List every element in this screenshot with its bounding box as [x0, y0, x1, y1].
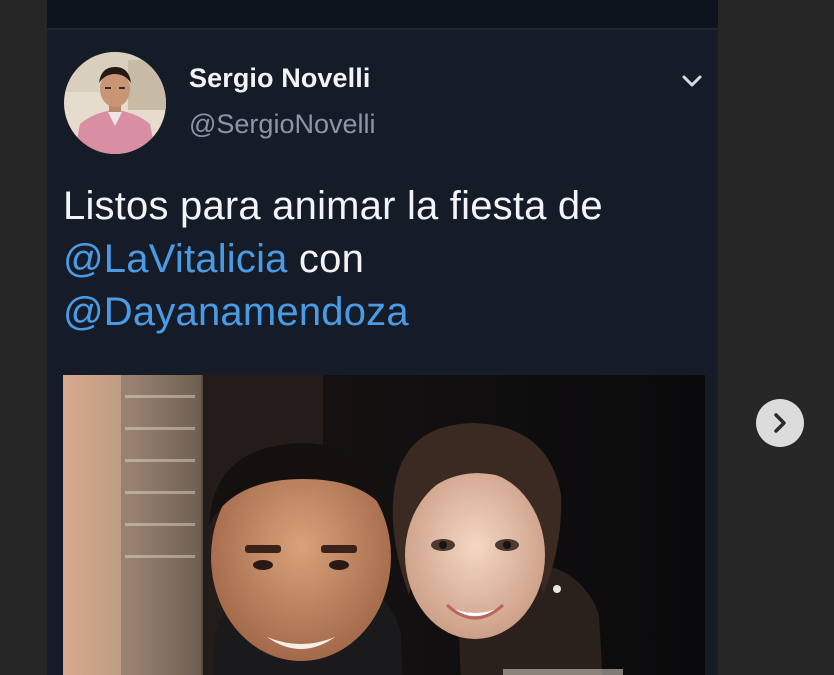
author-handle[interactable]: @SergioNovelli: [189, 109, 375, 140]
post-media-viewer: Sergio Novelli @SergioNovelli Listos par…: [47, 0, 718, 675]
chevron-down-icon: [682, 75, 702, 87]
tweet-text-intro: Listos para animar la fiesta de: [63, 184, 603, 228]
author-name[interactable]: Sergio Novelli: [189, 63, 370, 94]
tweet-photo[interactable]: [63, 375, 705, 675]
mention-dayanamendoza[interactable]: @Dayanamendoza: [63, 290, 409, 334]
avatar[interactable]: [64, 52, 166, 154]
tweet-text-middle: con: [287, 237, 365, 281]
tweet-text: Listos para animar la fiesta de @LaVital…: [63, 180, 703, 339]
chevron-right-icon: [774, 413, 786, 433]
next-slide-button[interactable]: [756, 399, 804, 447]
previous-tweet-edge: [47, 0, 718, 30]
mention-lavitalicia[interactable]: @LaVitalicia: [63, 237, 288, 281]
avatar-image: [64, 52, 166, 154]
tweet-photo-image: [63, 375, 705, 675]
tweet-menu-button[interactable]: [679, 70, 705, 92]
tweet-card: Sergio Novelli @SergioNovelli Listos par…: [47, 30, 718, 675]
